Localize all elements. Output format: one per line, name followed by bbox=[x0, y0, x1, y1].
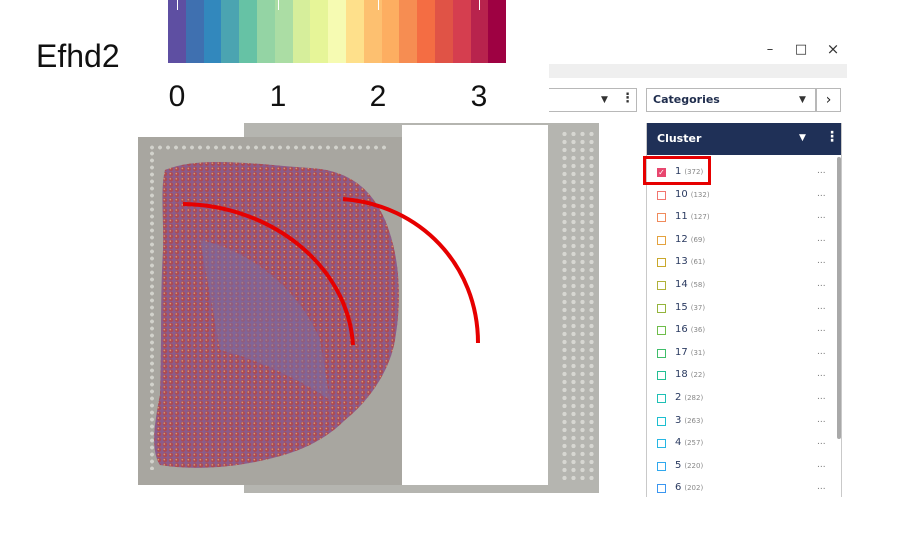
cluster-item[interactable]: 12 (69)... bbox=[647, 230, 835, 252]
cluster-label: 3 (263) bbox=[675, 415, 703, 426]
more-options-icon[interactable]: ... bbox=[817, 392, 826, 402]
cluster-checkbox[interactable] bbox=[657, 326, 666, 336]
cluster-count: (263) bbox=[684, 416, 704, 425]
more-options-icon[interactable]: ... bbox=[817, 482, 826, 492]
cluster-checkbox[interactable] bbox=[657, 461, 666, 471]
cluster-checkbox[interactable] bbox=[657, 439, 666, 449]
cluster-count: (127) bbox=[690, 213, 710, 222]
cluster-checkbox[interactable] bbox=[657, 213, 666, 223]
more-options-icon[interactable]: ... bbox=[817, 166, 826, 176]
highlight-box bbox=[643, 156, 711, 185]
cluster-name: 18 bbox=[675, 369, 688, 381]
cluster-panel-title: Cluster bbox=[657, 132, 702, 145]
cluster-checkbox[interactable] bbox=[657, 371, 666, 381]
cluster-checkbox[interactable] bbox=[657, 484, 666, 494]
cluster-checkbox[interactable] bbox=[657, 303, 666, 313]
cluster-item[interactable]: 10 (132)... bbox=[647, 185, 835, 207]
cluster-checkbox[interactable] bbox=[657, 235, 666, 245]
more-options-icon[interactable]: ... bbox=[817, 234, 826, 244]
cluster-item[interactable]: 5 (220)... bbox=[647, 456, 835, 478]
more-options-icon[interactable]: ... bbox=[817, 460, 826, 470]
cluster-name: 11 bbox=[675, 211, 688, 223]
cluster-label: 16 (36) bbox=[675, 324, 705, 335]
cluster-label: 18 (22) bbox=[675, 369, 705, 380]
more-options-icon[interactable]: ... bbox=[817, 211, 826, 221]
cluster-item[interactable]: 4 (257)... bbox=[647, 433, 835, 455]
cluster-checkbox[interactable] bbox=[657, 394, 666, 403]
cluster-name: 4 bbox=[675, 437, 682, 449]
cluster-count: (61) bbox=[690, 258, 706, 267]
cluster-label: 13 (61) bbox=[675, 256, 705, 267]
cluster-count: (220) bbox=[684, 461, 704, 470]
more-options-icon[interactable]: ... bbox=[817, 437, 826, 447]
cluster-label: 6 (202) bbox=[675, 482, 703, 493]
cluster-item[interactable]: 14 (58)... bbox=[647, 275, 835, 297]
cluster-checkbox[interactable] bbox=[657, 416, 666, 426]
cluster-count: (257) bbox=[684, 439, 704, 448]
cluster-label: 17 (31) bbox=[675, 347, 705, 358]
cluster-name: 2 bbox=[675, 392, 682, 403]
cluster-name: 6 bbox=[675, 482, 682, 494]
cluster-label: 4 (257) bbox=[675, 437, 703, 448]
cluster-count: (36) bbox=[690, 326, 706, 335]
cluster-item[interactable]: 3 (263)... bbox=[647, 411, 835, 433]
caret-down-icon[interactable]: ▼ bbox=[799, 133, 806, 143]
cluster-item[interactable]: 16 (36)... bbox=[647, 320, 835, 342]
cluster-count: (69) bbox=[690, 235, 706, 244]
cluster-item[interactable]: 17 (31)... bbox=[647, 343, 835, 365]
cluster-item[interactable]: 13 (61)... bbox=[647, 252, 835, 274]
cluster-count: (132) bbox=[690, 190, 710, 199]
cluster-name: 15 bbox=[675, 301, 688, 313]
cluster-count: (58) bbox=[690, 281, 706, 289]
more-options-icon[interactable]: ... bbox=[817, 415, 826, 425]
more-options-icon[interactable]: ... bbox=[817, 279, 826, 289]
cluster-panel-header[interactable]: Cluster ▼ ⋮ bbox=[647, 123, 841, 155]
cluster-label: 14 (58) bbox=[675, 279, 705, 290]
cluster-checkbox[interactable] bbox=[657, 281, 666, 290]
cluster-name: 10 bbox=[675, 188, 688, 200]
cluster-count: (282) bbox=[684, 394, 704, 402]
more-options-icon[interactable]: ... bbox=[817, 189, 826, 199]
cluster-item[interactable]: 11 (127)... bbox=[647, 207, 835, 229]
cluster-count: (31) bbox=[690, 348, 706, 357]
cluster-checkbox[interactable] bbox=[657, 348, 666, 358]
cluster-name: 13 bbox=[675, 256, 688, 268]
cluster-label: 15 (37) bbox=[675, 302, 705, 313]
cluster-item[interactable]: 18 (22)... bbox=[647, 365, 835, 387]
cluster-label: 12 (69) bbox=[675, 234, 705, 245]
kebab-icon[interactable]: ⋮ bbox=[825, 129, 839, 145]
cluster-name: 12 bbox=[675, 233, 688, 245]
cluster-count: (22) bbox=[690, 371, 706, 380]
more-options-icon[interactable]: ... bbox=[817, 256, 826, 266]
cluster-count: (202) bbox=[684, 484, 704, 493]
cluster-name: 14 bbox=[675, 279, 688, 290]
cluster-count: (37) bbox=[690, 303, 706, 312]
cluster-checkbox[interactable] bbox=[657, 190, 666, 200]
image-overlay-panel bbox=[402, 125, 548, 485]
cluster-checkbox[interactable] bbox=[657, 258, 666, 268]
cluster-name: 5 bbox=[675, 459, 682, 471]
more-options-icon[interactable]: ... bbox=[817, 302, 826, 312]
more-options-icon[interactable]: ... bbox=[817, 347, 826, 357]
cluster-item[interactable]: 15 (37)... bbox=[647, 298, 835, 320]
cluster-name: 17 bbox=[675, 346, 688, 358]
cluster-item[interactable]: 6 (202)... bbox=[647, 478, 835, 497]
cluster-name: 3 bbox=[675, 414, 682, 426]
cluster-label: 2 (282) bbox=[675, 392, 703, 403]
more-options-icon[interactable]: ... bbox=[817, 369, 826, 379]
more-options-icon[interactable]: ... bbox=[817, 324, 826, 334]
cluster-label: 11 (127) bbox=[675, 211, 710, 222]
scrollbar[interactable] bbox=[837, 157, 841, 439]
cluster-label: 10 (132) bbox=[675, 189, 710, 200]
cluster-item[interactable]: 2 (282)... bbox=[647, 388, 835, 410]
cluster-name: 16 bbox=[675, 324, 688, 336]
cluster-label: 5 (220) bbox=[675, 460, 703, 471]
